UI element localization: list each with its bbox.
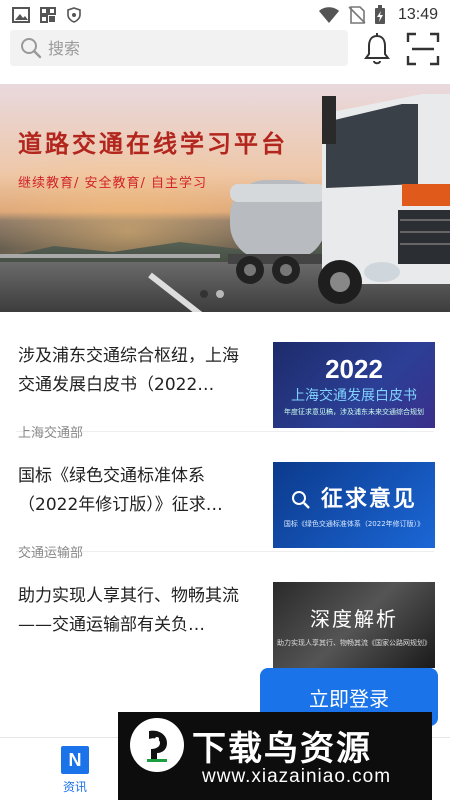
status-bar: 13:49 xyxy=(0,0,450,30)
news-item[interactable]: 涉及浦东交通综合枢纽，上海交通发展白皮书（2022… 2022 上海交通发展白皮… xyxy=(16,312,435,441)
banner-subtitle: 继续教育/ 安全教育/ 自主学习 xyxy=(18,176,208,191)
magnifier-icon xyxy=(292,491,311,509)
banner-carousel[interactable]: 道路交通在线学习平台 继续教育/ 安全教育/ 自主学习 xyxy=(0,84,450,312)
news-item[interactable]: 助力实现人享其行、物畅其流——交通运输部有关负… 深度解析 助力实现人享其行、物… xyxy=(16,552,435,672)
wifi-icon xyxy=(318,7,339,23)
tab-label: 资讯 xyxy=(62,780,87,794)
tab-news[interactable]: N 资讯 xyxy=(50,746,100,795)
top-bar xyxy=(0,30,450,70)
truck-image xyxy=(228,94,450,304)
carousel-dot[interactable] xyxy=(216,290,224,298)
scan-icon[interactable] xyxy=(406,32,440,66)
bell-icon[interactable] xyxy=(362,32,392,66)
bird-logo-icon xyxy=(130,718,184,772)
news-thumbnail: 2022 上海交通发展白皮书 年度征求意见稿，涉及浦东未来交通综合规划 xyxy=(273,342,435,428)
battery-charging-icon xyxy=(374,5,385,24)
watermark: 下载鸟资源 www.xiazainiao.com xyxy=(118,712,432,800)
search-box[interactable] xyxy=(10,30,348,66)
watermark-url: www.xiazainiao.com xyxy=(202,766,392,787)
image-icon xyxy=(12,7,30,23)
carousel-dot[interactable] xyxy=(200,290,208,298)
search-icon xyxy=(21,38,42,59)
news-icon: N xyxy=(61,746,89,774)
grid-app-icon xyxy=(40,7,56,23)
search-input[interactable] xyxy=(48,38,328,58)
news-thumbnail: 征求意见 国标《绿色交通标准体系（2022年修订版）》 xyxy=(273,462,435,548)
news-list: 涉及浦东交通综合枢纽，上海交通发展白皮书（2022… 2022 上海交通发展白皮… xyxy=(0,312,450,672)
shield-icon xyxy=(67,7,81,23)
clock: 13:49 xyxy=(397,6,438,23)
news-title: 国标《绿色交通标准体系（2022年修订版）》征求… xyxy=(18,466,223,515)
carousel-indicator xyxy=(200,290,224,298)
news-thumbnail: 深度解析 助力实现人享其行、物畅其流《国家公路网规划》 xyxy=(273,582,435,668)
no-sim-icon xyxy=(348,6,366,24)
news-title: 助力实现人享其行、物畅其流——交通运输部有关负… xyxy=(18,586,239,635)
news-item[interactable]: 国标《绿色交通标准体系（2022年修订版）》征求… 征求意见 国标《绿色交通标准… xyxy=(16,432,435,561)
watermark-title: 下载鸟资源 xyxy=(192,728,372,769)
news-title: 涉及浦东交通综合枢纽，上海交通发展白皮书（2022… xyxy=(18,346,239,395)
